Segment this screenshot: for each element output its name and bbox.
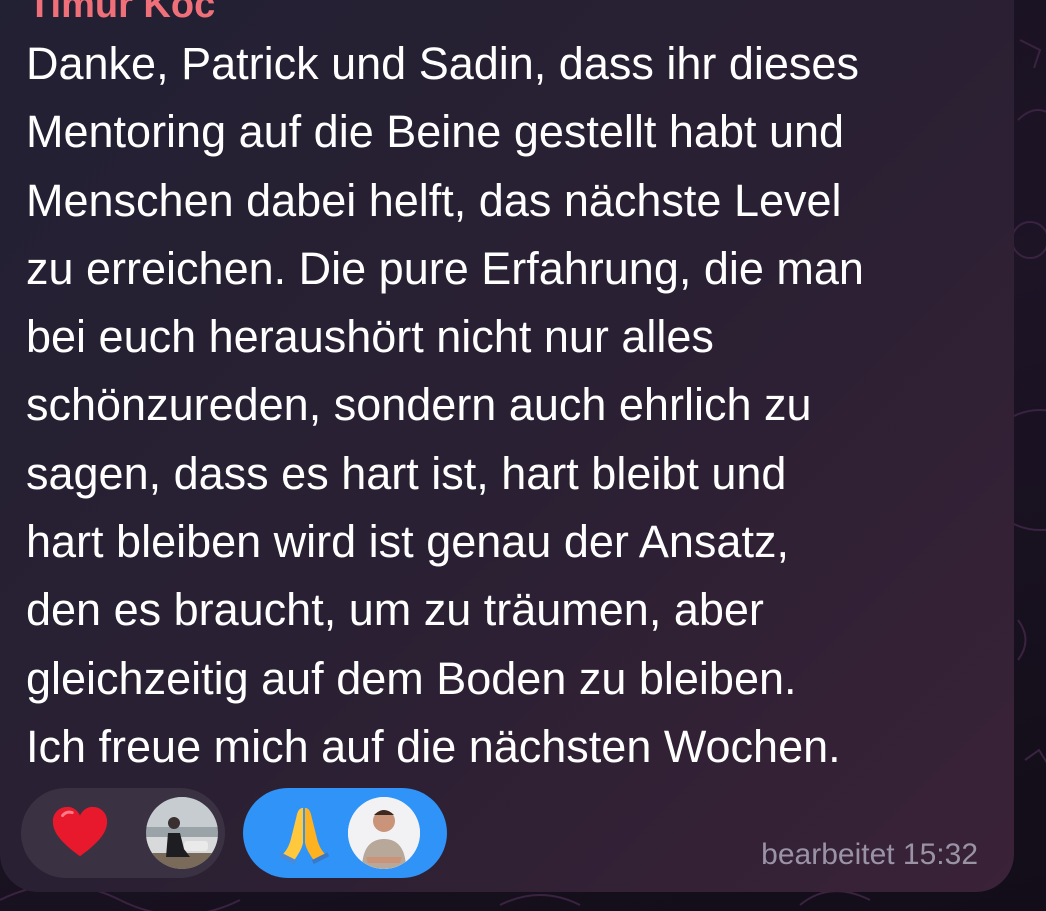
message-line: Ich freue mich auf die nächsten Wochen. xyxy=(26,720,841,772)
folded-hands-emoji-icon xyxy=(278,807,330,864)
message-status: bearbeitet 15:32 xyxy=(761,838,978,871)
message-line: gleichzeitig auf dem Boden zu bleiben. xyxy=(26,652,797,704)
message-line: bei euch heraushört nicht nur alles xyxy=(26,311,714,363)
person-photo-icon xyxy=(348,797,420,869)
reactor-avatar[interactable] xyxy=(146,797,218,869)
reaction-heart[interactable] xyxy=(21,788,225,878)
message-line: Danke, Patrick und Sadin, dass ihr diese… xyxy=(26,38,859,89)
message-line: zu erreichen. Die pure Erfahrung, die ma… xyxy=(26,242,864,294)
person-photo-icon xyxy=(146,797,218,869)
sender-name[interactable]: Timur Koc xyxy=(28,0,215,27)
message-text: Danke, Patrick und Sadin, dass ihr diese… xyxy=(26,30,986,781)
message-line: den es braucht, um zu träumen, aber xyxy=(26,584,764,636)
reaction-folded-hands[interactable] xyxy=(243,788,447,878)
message-line: Mentoring auf die Beine gestellt habt un… xyxy=(26,106,845,158)
message-line: hart bleiben wird ist genau der Ansatz, xyxy=(26,516,789,568)
chat-background: Timur Koc Danke, Patrick und Sadin, dass… xyxy=(0,0,1046,911)
message-line: schönzureden, sondern auch ehrlich zu xyxy=(26,379,812,431)
message-line: sagen, dass es hart ist, hart bleibt und xyxy=(26,447,787,499)
message-line: Menschen dabei helft, das nächste Level xyxy=(26,174,842,226)
heart-emoji-icon xyxy=(52,806,108,857)
reactor-avatar[interactable] xyxy=(348,797,420,869)
